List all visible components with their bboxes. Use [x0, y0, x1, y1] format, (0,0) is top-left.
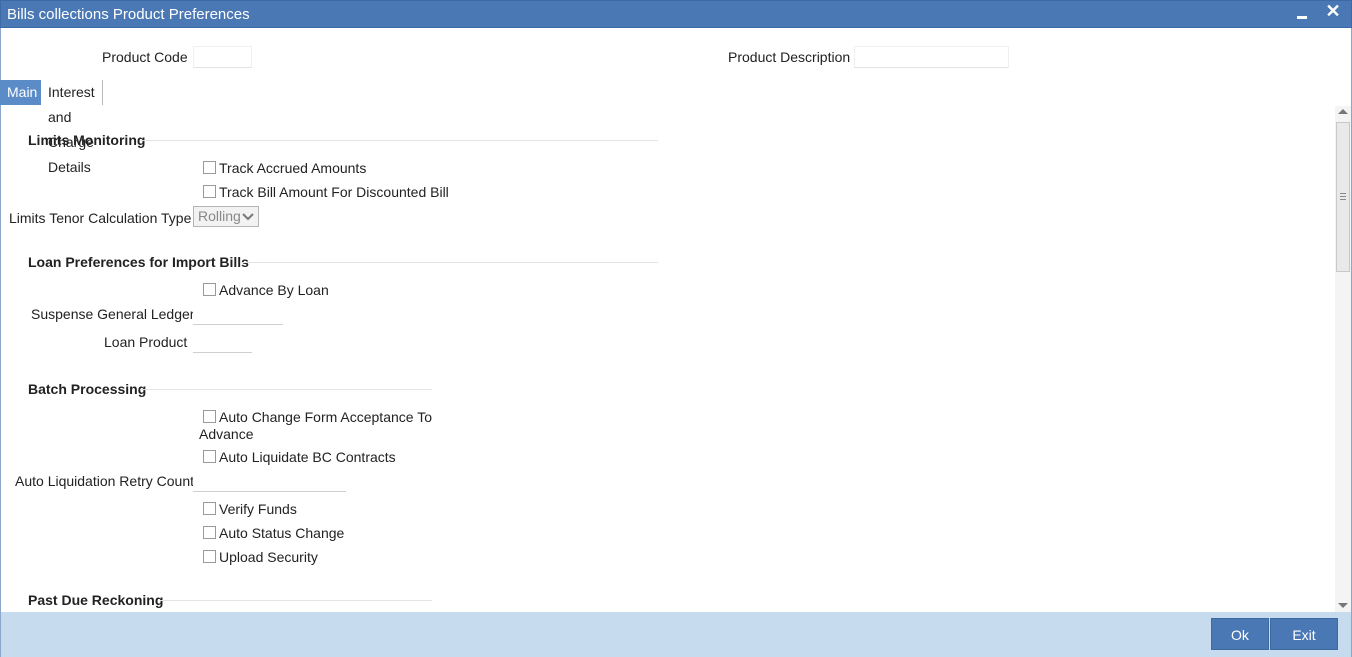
ok-button[interactable]: Ok — [1211, 618, 1269, 650]
track-accrued-amounts-label: Track Accrued Amounts — [219, 160, 367, 176]
loan-product-label: Loan Product — [104, 334, 188, 350]
auto-liquidation-retry-count-field[interactable] — [193, 470, 346, 492]
exit-button[interactable]: Exit — [1270, 618, 1338, 650]
product-description-label: Product Description — [728, 49, 851, 65]
close-icon[interactable]: ✕ — [1323, 1, 1343, 23]
auto-liquidation-retry-count-label: Auto Liquidation Retry Count — [15, 473, 194, 489]
advance-by-loan-checkbox[interactable] — [203, 283, 216, 296]
tenor-calculation-type-value: Rolling — [198, 208, 241, 224]
auto-liquidate-label: Auto Liquidate BC Contracts — [219, 449, 396, 465]
auto-change-form-acceptance-checkbox[interactable] — [203, 410, 216, 423]
auto-status-change-label: Auto Status Change — [219, 525, 345, 541]
vertical-scrollbar[interactable] — [1335, 106, 1351, 612]
upload-security-label: Upload Security — [219, 549, 318, 565]
product-code-label: Product Code — [102, 49, 188, 65]
upload-security-checkbox[interactable] — [203, 550, 216, 563]
scroll-down-icon[interactable] — [1338, 603, 1348, 608]
scrollbar-thumb[interactable] — [1336, 122, 1350, 272]
auto-change-form-acceptance-label-cont: Advance — [199, 426, 254, 442]
scroll-up-icon[interactable] — [1338, 109, 1348, 114]
section-title-past-due-reckoning: Past Due Reckoning — [28, 592, 164, 608]
product-code-field[interactable] — [193, 46, 252, 68]
track-bill-amount-checkbox[interactable] — [203, 185, 216, 198]
track-bill-amount-label: Track Bill Amount For Discounted Bill — [219, 184, 449, 200]
scrollbar-grip-icon — [1340, 193, 1346, 200]
tab-interest-and-charge-details[interactable]: Interest and Charge Details — [41, 80, 103, 175]
minimize-icon[interactable] — [1293, 6, 1311, 24]
window-titlebar: Bills collections Product Preferences ✕ — [0, 0, 1352, 28]
section-divider — [240, 262, 658, 263]
suspense-general-ledger-label: Suspense General Ledger — [31, 306, 195, 322]
advance-by-loan-label: Advance By Loan — [219, 282, 329, 298]
footer-bar: Ok Exit — [1, 612, 1351, 657]
section-title-loan-preferences: Loan Preferences for Import Bills — [28, 254, 249, 270]
section-divider — [140, 140, 658, 141]
tenor-calculation-type-label: Limits Tenor Calculation Type — [9, 210, 192, 226]
auto-liquidate-checkbox[interactable] — [203, 450, 216, 463]
verify-funds-label: Verify Funds — [219, 501, 297, 517]
tenor-calculation-type-select[interactable]: Rolling — [193, 206, 259, 227]
section-title-batch-processing: Batch Processing — [28, 381, 147, 397]
track-accrued-amounts-checkbox[interactable] — [203, 161, 216, 174]
section-title-limits-monitoring: Limits Monitoring — [28, 132, 146, 148]
tab-main[interactable]: Main — [0, 80, 41, 105]
product-description-field[interactable] — [854, 46, 1009, 68]
section-divider — [140, 389, 432, 390]
verify-funds-checkbox[interactable] — [203, 502, 216, 515]
auto-status-change-checkbox[interactable] — [203, 526, 216, 539]
section-divider — [160, 600, 432, 601]
auto-change-form-acceptance-label: Auto Change Form Acceptance To — [219, 409, 432, 425]
chevron-down-icon — [242, 213, 254, 221]
loan-product-field[interactable] — [193, 331, 252, 353]
suspense-general-ledger-field[interactable] — [193, 303, 283, 325]
window-title: Bills collections Product Preferences — [7, 6, 250, 23]
